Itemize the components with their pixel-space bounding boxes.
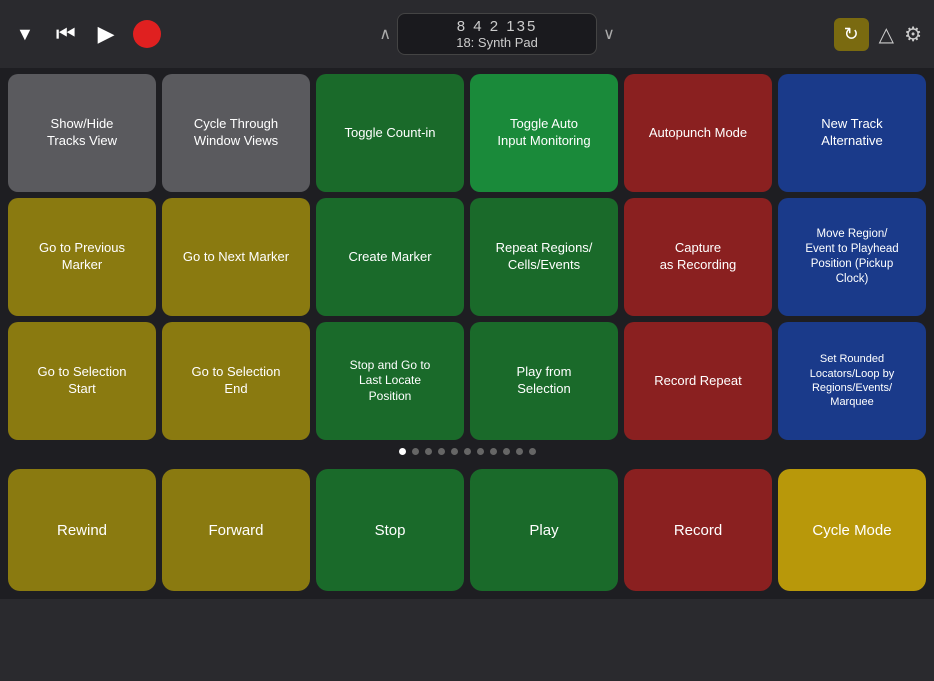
page-dot-3[interactable] (425, 448, 432, 455)
transport-center: ∧ 8 4 2 135 18: Synth Pad ∨ (171, 13, 824, 55)
cell-show-hide-tracks[interactable]: Show/HideTracks View (8, 74, 156, 192)
cycle-button[interactable]: ↻ (834, 18, 869, 51)
settings-button[interactable]: ⚙ (904, 22, 922, 47)
transport-stop[interactable]: Stop (316, 469, 464, 591)
cell-move-region-playhead[interactable]: Move Region/Event to PlayheadPosition (P… (778, 198, 926, 316)
transport-down-arrow[interactable]: ∨ (603, 24, 615, 44)
bottom-transport-row: Rewind Forward Stop Play Record Cycle Mo… (0, 463, 934, 599)
transport-box[interactable]: 8 4 2 135 18: Synth Pad (397, 13, 597, 55)
play-icon: ▶ (98, 21, 115, 47)
transport-play[interactable]: Play (470, 469, 618, 591)
dropdown-arrow-button[interactable]: ▼ (12, 20, 38, 49)
cell-create-marker[interactable]: Create Marker (316, 198, 464, 316)
cell-prev-marker[interactable]: Go to PreviousMarker (8, 198, 156, 316)
cell-repeat-regions[interactable]: Repeat Regions/Cells/Events (470, 198, 618, 316)
transport-track-name: 18: Synth Pad (456, 35, 538, 50)
page-dot-7[interactable] (477, 448, 484, 455)
cell-cycle-window[interactable]: Cycle ThroughWindow Views (162, 74, 310, 192)
button-grid: Show/HideTracks View Cycle ThroughWindow… (8, 74, 926, 440)
page-dot-5[interactable] (451, 448, 458, 455)
page-dot-10[interactable] (516, 448, 523, 455)
top-bar-right: ↻ △ ⚙ (834, 18, 922, 51)
top-bar: ▼ ⏮ ▶ ∧ 8 4 2 135 18: Synth Pad ∨ ↻ △ ⚙ (0, 0, 934, 68)
transport-up-arrow[interactable]: ∧ (379, 24, 391, 44)
transport-cycle-mode[interactable]: Cycle Mode (778, 469, 926, 591)
page-dot-1[interactable] (399, 448, 406, 455)
cell-play-from-selection[interactable]: Play fromSelection (470, 322, 618, 440)
transport-record[interactable]: Record (624, 469, 772, 591)
cell-toggle-auto-input[interactable]: Toggle AutoInput Monitoring (470, 74, 618, 192)
cell-toggle-countin[interactable]: Toggle Count-in (316, 74, 464, 192)
transport-time: 8 4 2 135 (457, 18, 538, 35)
transport-rewind[interactable]: Rewind (8, 469, 156, 591)
cell-record-repeat[interactable]: Record Repeat (624, 322, 772, 440)
page-dot-11[interactable] (529, 448, 536, 455)
rewind-button[interactable]: ⏮ (52, 17, 80, 51)
cell-goto-selection-start[interactable]: Go to SelectionStart (8, 322, 156, 440)
play-button[interactable]: ▶ (94, 17, 119, 51)
cell-stop-goto-last[interactable]: Stop and Go toLast LocatePosition (316, 322, 464, 440)
metronome-icon: △ (879, 24, 894, 46)
pagination (0, 440, 934, 463)
dropdown-icon: ▼ (16, 24, 34, 45)
cycle-icon: ↻ (844, 24, 859, 44)
page-dot-4[interactable] (438, 448, 445, 455)
metronome-button[interactable]: △ (879, 22, 894, 47)
top-bar-left: ▼ ⏮ ▶ (12, 17, 161, 51)
record-button[interactable] (133, 20, 161, 48)
page-dot-6[interactable] (464, 448, 471, 455)
main-grid-area: Show/HideTracks View Cycle ThroughWindow… (0, 68, 934, 440)
cell-new-track-alt[interactable]: New TrackAlternative (778, 74, 926, 192)
cell-capture-recording[interactable]: Captureas Recording (624, 198, 772, 316)
gear-icon: ⚙ (904, 24, 922, 46)
cell-set-rounded-locators[interactable]: Set RoundedLocators/Loop byRegions/Event… (778, 322, 926, 440)
page-dot-9[interactable] (503, 448, 510, 455)
cell-goto-selection-end[interactable]: Go to SelectionEnd (162, 322, 310, 440)
cell-next-marker[interactable]: Go to Next Marker (162, 198, 310, 316)
page-dot-2[interactable] (412, 448, 419, 455)
cell-autopunch[interactable]: Autopunch Mode (624, 74, 772, 192)
transport-forward[interactable]: Forward (162, 469, 310, 591)
page-dot-8[interactable] (490, 448, 497, 455)
rewind-icon: ⏮ (56, 21, 76, 47)
